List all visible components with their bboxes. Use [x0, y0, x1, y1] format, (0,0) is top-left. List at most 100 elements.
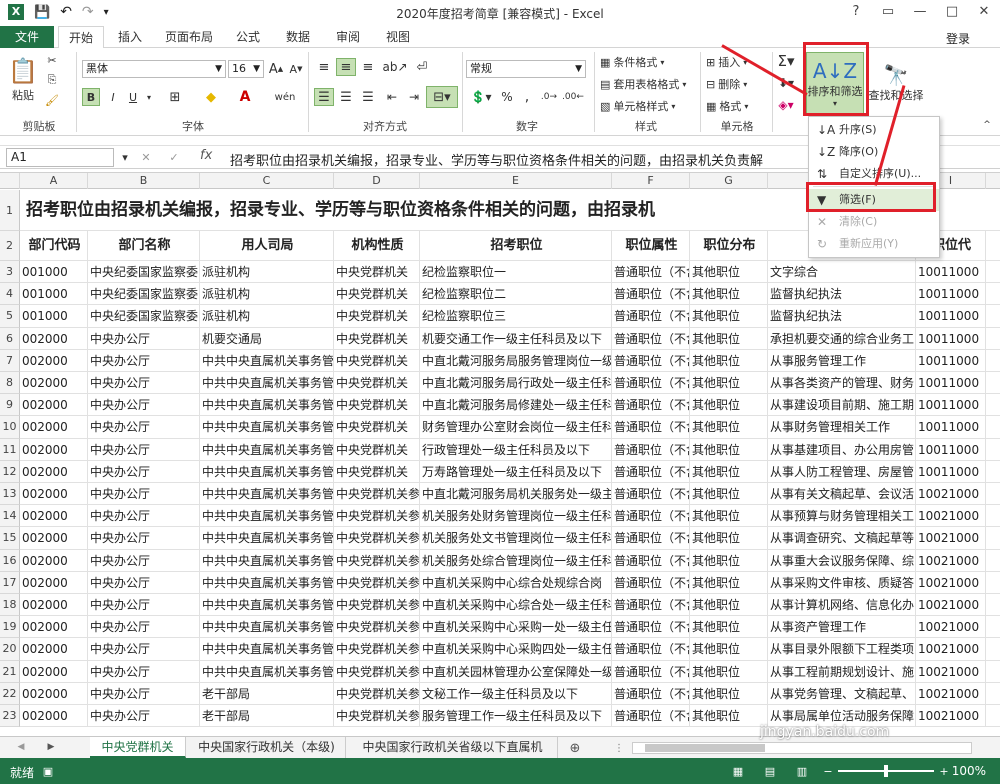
table-cell[interactable]: 纪检监察职位二 — [420, 283, 612, 305]
table-cell[interactable]: 中央党群机关参 — [334, 549, 420, 571]
table-cell[interactable]: 10011000 — [916, 261, 986, 283]
table-cell[interactable]: 中央党群机关参 — [334, 616, 420, 638]
table-cell[interactable]: 从事有关文稿起草、会议活 — [768, 483, 916, 505]
table-cell[interactable]: 普通职位（不含 — [612, 571, 690, 593]
table-cell[interactable]: 从事采购文件审核、质疑答 — [768, 571, 916, 593]
table-cell[interactable]: 10021000 — [916, 527, 986, 549]
zoom-slider-thumb[interactable] — [884, 765, 888, 777]
table-cell[interactable]: 中共中央直属机关事务管 — [200, 660, 334, 682]
table-cell[interactable]: 机要交通工作一级主任科员及以下 — [420, 327, 612, 349]
table-cell[interactable]: 老干部局 — [200, 682, 334, 704]
tab-file[interactable]: 文件 — [0, 26, 54, 48]
table-cell[interactable]: 派驻机构 — [200, 283, 334, 305]
table-cell[interactable]: 10021000 — [916, 682, 986, 704]
table-cell[interactable]: 中直北戴河服务局行政处一级主任科 — [420, 372, 612, 394]
table-cell[interactable]: 中央办公厅 — [88, 327, 200, 349]
table-cell[interactable]: 普通职位（不含 — [612, 416, 690, 438]
table-cell[interactable]: 中央办公厅 — [88, 549, 200, 571]
table-cell[interactable]: 中央党群机关 — [334, 416, 420, 438]
table-cell[interactable]: 从事党务管理、文稿起草、 — [768, 682, 916, 704]
tab-home[interactable]: 开始 — [58, 26, 104, 49]
table-cell[interactable]: 普通职位（不含 — [612, 660, 690, 682]
table-cell[interactable]: 文字综合 — [768, 261, 916, 283]
table-cell[interactable]: 002000 — [20, 438, 88, 460]
table-cell[interactable]: 文秘工作一级主任科员及以下 — [420, 682, 612, 704]
table-cell[interactable]: 10011000 — [916, 327, 986, 349]
column-header[interactable]: F — [612, 173, 690, 189]
table-cell[interactable]: 中直机关采购中心综合处一级主任科 — [420, 594, 612, 616]
table-cell[interactable]: 002000 — [20, 705, 88, 727]
table-cell[interactable]: 中央纪委国家监察委 — [88, 283, 200, 305]
table-cell[interactable]: 普通职位（不含 — [612, 616, 690, 638]
maximize-button[interactable]: □ — [936, 0, 968, 24]
cancel-icon[interactable]: ✕ — [138, 149, 154, 165]
table-cell[interactable]: 中共中央直属机关事务管 — [200, 616, 334, 638]
table-cell[interactable]: 中央办公厅 — [88, 483, 200, 505]
table-cell[interactable]: 从事重大会议服务保障、综 — [768, 549, 916, 571]
sheet-tab-admin[interactable]: 中央国家行政机关（本级) — [188, 737, 346, 758]
table-cell[interactable]: 万寿路管理处一级主任科员及以下 — [420, 460, 612, 482]
table-cell[interactable]: 中共中央直属机关事务管 — [200, 505, 334, 527]
table-cell[interactable]: 普通职位（不含 — [612, 505, 690, 527]
table-cell[interactable]: 002000 — [20, 416, 88, 438]
table-cell[interactable]: 中共中央直属机关事务管 — [200, 571, 334, 593]
table-cell[interactable]: 10021000 — [916, 483, 986, 505]
page-layout-view-icon[interactable]: ▤ — [762, 763, 778, 779]
table-cell[interactable]: 其他职位 — [690, 571, 768, 593]
zoom-in-icon[interactable]: + — [938, 763, 950, 779]
conditional-format-button[interactable]: ▦ 条件格式 ▾ — [600, 54, 664, 70]
table-cell[interactable]: 中央办公厅 — [88, 372, 200, 394]
table-cell[interactable]: 中央党群机关 — [334, 305, 420, 327]
normal-view-icon[interactable]: ▦ — [730, 763, 746, 779]
table-cell[interactable]: 从事财务管理相关工作 — [768, 416, 916, 438]
table-cell[interactable]: 002000 — [20, 682, 88, 704]
table-cell[interactable]: 其他职位 — [690, 594, 768, 616]
font-name-combo[interactable]: 黑体 ▼ — [82, 60, 226, 78]
table-cell[interactable]: 10011000 — [916, 283, 986, 305]
table-cell[interactable]: 老干部局 — [200, 705, 334, 727]
table-cell[interactable]: 中直北戴河服务局机关服务处一级主 — [420, 483, 612, 505]
table-cell[interactable]: 普通职位（不含 — [612, 705, 690, 727]
row-header[interactable]: 16 — [0, 549, 20, 572]
comma-style-icon[interactable]: , — [518, 88, 536, 106]
table-cell[interactable]: 中央党群机关参 — [334, 571, 420, 593]
table-cell[interactable]: 002000 — [20, 571, 88, 593]
align-middle-icon[interactable]: ≡ — [336, 58, 356, 76]
scroll-left-icon[interactable]: ◀ — [14, 739, 28, 755]
table-cell[interactable]: 中直机关采购中心采购四处一级主任 — [420, 638, 612, 660]
table-cell[interactable]: 001000 — [20, 305, 88, 327]
insert-function-button[interactable]: fx — [200, 148, 212, 163]
table-cell[interactable]: 机关服务处文书管理岗位一级主任科 — [420, 527, 612, 549]
table-cell[interactable]: 002000 — [20, 394, 88, 416]
table-cell[interactable]: 其他职位 — [690, 682, 768, 704]
table-cell[interactable]: 中共中央直属机关事务管 — [200, 638, 334, 660]
table-cell[interactable]: 中直北戴河服务局修建处一级主任科 — [420, 394, 612, 416]
table-cell[interactable]: 其他职位 — [690, 483, 768, 505]
table-cell[interactable]: 其他职位 — [690, 660, 768, 682]
chevron-down-icon[interactable]: ▾ — [144, 88, 154, 106]
column-header[interactable]: D — [334, 173, 420, 189]
table-cell[interactable]: 普通职位（不含 — [612, 527, 690, 549]
table-cell[interactable]: 其他职位 — [690, 305, 768, 327]
table-cell[interactable]: 财务管理办公室财会岗位一级主任科 — [420, 416, 612, 438]
autosum-icon[interactable]: Σ▾ — [776, 52, 796, 70]
table-cell[interactable]: 普通职位（不含 — [612, 372, 690, 394]
cell-styles-button[interactable]: ▧ 单元格样式 ▾ — [600, 98, 675, 114]
table-cell[interactable]: 其他职位 — [690, 416, 768, 438]
table-cell[interactable]: 从事工程前期规划设计、施 — [768, 660, 916, 682]
tab-page-layout[interactable]: 页面布局 — [158, 26, 220, 48]
table-cell[interactable]: 中央党群机关参 — [334, 705, 420, 727]
scroll-right-icon[interactable]: ▶ — [44, 739, 58, 755]
table-cell[interactable]: 中央办公厅 — [88, 705, 200, 727]
table-cell[interactable]: 中央党群机关参 — [334, 682, 420, 704]
table-cell[interactable]: 从事建设项目前期、施工期 — [768, 394, 916, 416]
table-cell[interactable]: 监督执纪执法 — [768, 305, 916, 327]
row-header[interactable]: 17 — [0, 571, 20, 594]
table-cell[interactable]: 从事服务管理工作 — [768, 349, 916, 371]
login-link[interactable]: 登录 — [946, 30, 970, 47]
menu-item[interactable]: ↓A 升序(S) — [809, 119, 939, 141]
copy-icon[interactable]: ⎘ — [44, 72, 60, 88]
table-cell[interactable]: 002000 — [20, 527, 88, 549]
table-cell[interactable]: 中央办公厅 — [88, 682, 200, 704]
row-header[interactable]: 11 — [0, 438, 20, 461]
